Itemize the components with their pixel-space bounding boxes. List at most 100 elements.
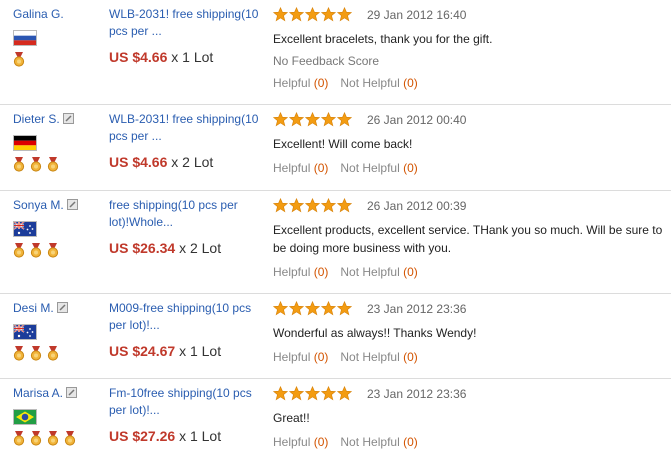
buyer-name[interactable]: Galina G. bbox=[13, 7, 64, 21]
product-info: WLB-2031! free shipping(10 pcs per ... US… bbox=[109, 111, 269, 170]
brazil-flag-icon bbox=[13, 409, 37, 425]
product-title-link[interactable]: free shipping(10 pcs per lot)!Whole... bbox=[109, 197, 269, 231]
helpful-label: Helpful bbox=[273, 76, 311, 90]
not-helpful-count: (0) bbox=[403, 350, 418, 364]
star-icon bbox=[272, 300, 289, 316]
star-icon bbox=[336, 6, 353, 22]
star-icon bbox=[288, 197, 305, 213]
star-rating bbox=[272, 6, 353, 27]
edit-icon[interactable] bbox=[66, 386, 78, 398]
helpful-link[interactable]: Helpful (0) bbox=[273, 161, 328, 175]
feedback-info: 26 Jan 2012 00:40 Excellent! Will come ba… bbox=[272, 111, 671, 175]
star-icon bbox=[336, 385, 353, 401]
medal-icon bbox=[47, 431, 59, 446]
buyer-name[interactable]: Dieter S. bbox=[13, 112, 60, 126]
feedback-info: 23 Jan 2012 23:36 Great!! Helpful (0) Not H… bbox=[272, 385, 671, 449]
product-price: US $26.34 bbox=[109, 240, 176, 256]
product-title-link[interactable]: WLB-2031! free shipping(10 pcs per ... bbox=[109, 111, 269, 145]
buyer-level-medals bbox=[13, 431, 103, 447]
buyer-level-medals bbox=[13, 243, 103, 259]
product-price: US $4.66 bbox=[109, 154, 168, 170]
buyer-level-medals bbox=[13, 157, 103, 173]
star-icon bbox=[272, 6, 289, 22]
feedback-list: Galina G. WLB-2031! free shipping(10 pcs … bbox=[0, 0, 671, 466]
price-line: US $24.67 x 1 Lot bbox=[109, 343, 269, 359]
rating-line: 23 Jan 2012 23:36 bbox=[272, 300, 671, 318]
helpful-label: Helpful bbox=[273, 350, 311, 364]
helpful-link[interactable]: Helpful (0) bbox=[273, 435, 328, 449]
buyer-name-line: Marisa A. bbox=[13, 385, 103, 401]
review-row: Sonya M. free shipping(10 pcs per lot)!Wh… bbox=[0, 191, 671, 294]
helpful-link[interactable]: Helpful (0) bbox=[273, 350, 328, 364]
medal-icon bbox=[30, 431, 42, 446]
star-icon bbox=[304, 300, 321, 316]
edit-icon[interactable] bbox=[62, 112, 74, 124]
product-info: Fm-10free shipping(10 pcs per lot)!... US… bbox=[109, 385, 269, 444]
not-helpful-label: Not Helpful bbox=[340, 265, 400, 279]
feedback-info: 26 Jan 2012 00:39 Excellent products, exc… bbox=[272, 197, 671, 279]
medal-icon bbox=[13, 431, 25, 446]
not-helpful-count: (0) bbox=[403, 76, 418, 90]
feedback-info: 23 Jan 2012 23:36 Wonderful as always!! T… bbox=[272, 300, 671, 364]
buyer-info: Dieter S. bbox=[13, 111, 103, 173]
product-title-link[interactable]: Fm-10free shipping(10 pcs per lot)!... bbox=[109, 385, 269, 419]
not-helpful-link[interactable]: Not Helpful (0) bbox=[340, 161, 417, 175]
product-info: free shipping(10 pcs per lot)!Whole... US… bbox=[109, 197, 269, 256]
buyer-name[interactable]: Desi M. bbox=[13, 301, 54, 315]
feedback-date: 23 Jan 2012 23:36 bbox=[367, 302, 467, 316]
not-helpful-link[interactable]: Not Helpful (0) bbox=[340, 265, 417, 279]
helpful-link[interactable]: Helpful (0) bbox=[273, 265, 328, 279]
australia-flag-icon bbox=[13, 324, 37, 340]
star-icon bbox=[288, 385, 305, 401]
star-icon bbox=[304, 111, 321, 127]
buyer-name[interactable]: Marisa A. bbox=[13, 386, 63, 400]
buyer-name-line: Sonya M. bbox=[13, 197, 103, 213]
star-icon bbox=[320, 197, 337, 213]
helpful-count: (0) bbox=[313, 161, 329, 175]
not-helpful-label: Not Helpful bbox=[340, 76, 400, 90]
edit-icon[interactable] bbox=[56, 301, 68, 313]
helpful-count: (0) bbox=[313, 435, 329, 449]
price-line: US $26.34 x 2 Lot bbox=[109, 240, 269, 256]
medal-icon bbox=[13, 157, 25, 172]
medal-icon bbox=[47, 346, 59, 361]
buyer-info: Galina G. bbox=[13, 6, 103, 68]
helpful-link[interactable]: Helpful (0) bbox=[273, 76, 328, 90]
product-title-link[interactable]: WLB-2031! free shipping(10 pcs per ... bbox=[109, 6, 269, 40]
feedback-date: 23 Jan 2012 23:36 bbox=[367, 387, 467, 401]
medal-icon bbox=[13, 346, 25, 361]
feedback-text: Excellent products, excellent service. T… bbox=[273, 223, 663, 255]
star-icon bbox=[304, 6, 321, 22]
helpful-count: (0) bbox=[313, 265, 329, 279]
feedback-date: 26 Jan 2012 00:40 bbox=[367, 113, 467, 127]
not-helpful-link[interactable]: Not Helpful (0) bbox=[340, 350, 417, 364]
star-icon bbox=[320, 6, 337, 22]
edit-icon[interactable] bbox=[66, 198, 78, 210]
helpful-line: Helpful (0) Not Helpful (0) bbox=[273, 350, 671, 364]
price-line: US $4.66 x 2 Lot bbox=[109, 154, 269, 170]
product-title-link[interactable]: M009-free shipping(10 pcs per lot)!... bbox=[109, 300, 269, 334]
feedback-text: Great!! bbox=[273, 411, 310, 425]
medal-icon bbox=[30, 243, 42, 258]
helpful-label: Helpful bbox=[273, 265, 311, 279]
star-rating bbox=[272, 385, 353, 406]
product-quantity: x 2 Lot bbox=[171, 154, 214, 170]
not-helpful-link[interactable]: Not Helpful (0) bbox=[340, 76, 417, 90]
buyer-name[interactable]: Sonya M. bbox=[13, 198, 64, 212]
star-icon bbox=[336, 300, 353, 316]
not-helpful-label: Not Helpful bbox=[340, 350, 400, 364]
star-icon bbox=[288, 111, 305, 127]
star-icon bbox=[336, 197, 353, 213]
not-helpful-link[interactable]: Not Helpful (0) bbox=[340, 435, 417, 449]
helpful-label: Helpful bbox=[273, 161, 311, 175]
helpful-count: (0) bbox=[313, 76, 329, 90]
product-info: WLB-2031! free shipping(10 pcs per ... US… bbox=[109, 6, 269, 65]
feedback-text: Excellent bracelets, thank you for the g… bbox=[273, 32, 493, 46]
russia-flag-icon bbox=[13, 30, 37, 46]
buyer-name-line: Galina G. bbox=[13, 6, 103, 22]
helpful-line: Helpful (0) Not Helpful (0) bbox=[273, 161, 671, 175]
product-quantity: x 1 Lot bbox=[179, 428, 222, 444]
star-icon bbox=[288, 6, 305, 22]
buyer-name-line: Desi M. bbox=[13, 300, 103, 316]
feedback-date: 29 Jan 2012 16:40 bbox=[367, 8, 467, 22]
